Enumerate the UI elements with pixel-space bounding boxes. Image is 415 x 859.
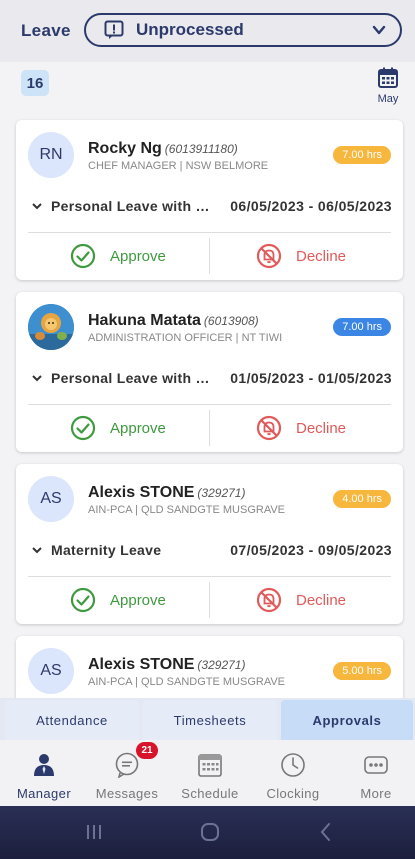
leave-dates: 07/05/2023 - 09/05/2023 (230, 542, 392, 558)
employee-role: AIN-PCA | QLD SANDGTE MUSGRAVE (88, 676, 286, 688)
leave-type: Maternity Leave (51, 542, 162, 558)
employee-id: (329271) (197, 486, 246, 500)
decline-bell-icon (256, 587, 282, 613)
calendar-button[interactable]: May (374, 66, 402, 105)
divider (209, 410, 210, 446)
pending-count-badge: 16 (21, 70, 49, 96)
nav-schedule-label: Schedule (181, 786, 239, 801)
hours-badge: 5.00 hrs (333, 662, 391, 680)
tab-attendance[interactable]: Attendance (5, 700, 139, 740)
approve-label: Approve (110, 419, 166, 437)
hours-badge: 7.00 hrs (333, 318, 391, 336)
leave-details-toggle[interactable]: Maternity Leave 07/05/2023 - 09/05/2023 (32, 540, 392, 560)
messages-unread-badge: 21 (136, 742, 158, 759)
approve-label: Approve (110, 247, 166, 265)
employee-name: Alexis STONE (88, 656, 195, 673)
chevron-down-icon (32, 203, 42, 210)
hours-badge: 4.00 hrs (333, 490, 391, 508)
decline-bell-icon (256, 243, 282, 269)
system-navigation-bar (0, 806, 415, 859)
decline-button[interactable]: Decline (256, 410, 346, 446)
divider (28, 232, 391, 233)
employee-role: CHEF MANAGER | NSW BELMORE (88, 160, 269, 172)
chevron-down-icon (32, 375, 42, 382)
leave-request-card[interactable]: AS Alexis STONE (329271) AIN-PCA | QLD SA… (16, 464, 403, 624)
leave-type: Personal Leave with Medical Certificate (51, 198, 211, 214)
employee-role: ADMINISTRATION OFFICER | NT TIWI (88, 332, 283, 344)
employee-name: Alexis STONE (88, 484, 195, 501)
tab-approvals[interactable]: Approvals (281, 700, 413, 740)
leave-type: Personal Leave with Medical Certificate (51, 370, 211, 386)
check-circle-icon (70, 587, 96, 613)
recent-apps-icon[interactable] (82, 820, 106, 844)
leave-request-card[interactable]: AS Alexis STONE (329271) AIN-PCA | QLD SA… (16, 636, 403, 698)
nav-manager[interactable]: Manager (4, 740, 84, 806)
leave-details-toggle[interactable]: Personal Leave with Medical Certificate … (32, 368, 392, 388)
divider (209, 582, 210, 618)
nav-messages-label: Messages (95, 786, 159, 801)
leave-request-card[interactable]: Hakuna Matata (6013908) ADMINISTRATION OF… (16, 292, 403, 452)
manager-person-icon (34, 754, 54, 776)
nav-manager-label: Manager (16, 786, 72, 801)
employee-id: (6013911180) (164, 142, 238, 156)
decline-button[interactable]: Decline (256, 238, 346, 274)
status-filter-dropdown[interactable]: Unprocessed (84, 13, 402, 47)
divider (28, 576, 391, 577)
employee-name: Hakuna Matata (88, 312, 201, 329)
check-circle-icon (70, 243, 96, 269)
schedule-calendar-icon (198, 754, 222, 777)
decline-label: Decline (296, 247, 347, 265)
exclamation-message-icon (104, 20, 124, 39)
avatar: AS (28, 648, 74, 694)
calendar-icon (378, 67, 398, 88)
approve-button[interactable]: Approve (70, 582, 166, 618)
more-dots-icon (364, 756, 388, 774)
calendar-month-label: May (377, 93, 399, 105)
nav-clocking-label: Clocking (266, 786, 320, 801)
decline-bell-icon (256, 415, 282, 441)
back-icon[interactable] (314, 820, 338, 844)
list-toolbar: 16 May (0, 62, 415, 108)
leave-details-toggle[interactable]: Personal Leave with Medical Certificate … (32, 196, 392, 216)
decline-label: Decline (296, 591, 347, 609)
approve-button[interactable]: Approve (70, 238, 166, 274)
nav-more-label: More (360, 786, 392, 801)
leave-dates: 01/05/2023 - 01/05/2023 (230, 370, 392, 386)
nav-more[interactable]: More (336, 740, 415, 806)
divider (209, 238, 210, 274)
clock-icon (281, 753, 305, 777)
section-tabs: Attendance Timesheets Approvals (0, 698, 415, 740)
header-bar: Leave Unprocessed (0, 0, 415, 62)
decline-button[interactable]: Decline (256, 582, 346, 618)
leave-request-card[interactable]: RN Rocky Ng (6013911180) CHEF MANAGER | N… (16, 120, 403, 280)
status-filter-value: Unprocessed (136, 20, 244, 39)
chat-bubble-icon (115, 752, 139, 778)
nav-clocking[interactable]: Clocking (253, 740, 333, 806)
chevron-down-icon (372, 25, 386, 35)
page-title: Leave (21, 21, 71, 40)
approve-label: Approve (110, 591, 166, 609)
divider (28, 404, 391, 405)
avatar: RN (28, 132, 74, 178)
lion-king-avatar-image (28, 304, 74, 350)
employee-name: Rocky Ng (88, 140, 162, 157)
leave-dates: 06/05/2023 - 06/05/2023 (230, 198, 392, 214)
hours-badge: 7.00 hrs (333, 146, 391, 164)
employee-id: (6013908) (203, 314, 259, 328)
leave-request-list[interactable]: RN Rocky Ng (6013911180) CHEF MANAGER | N… (0, 108, 415, 698)
home-icon[interactable] (198, 820, 222, 844)
decline-label: Decline (296, 419, 347, 437)
approve-button[interactable]: Approve (70, 410, 166, 446)
nav-schedule[interactable]: Schedule (170, 740, 250, 806)
tab-timesheets[interactable]: Timesheets (143, 700, 277, 740)
employee-id: (329271) (197, 658, 246, 672)
employee-role: AIN-PCA | QLD SANDGTE MUSGRAVE (88, 504, 286, 516)
avatar (28, 304, 74, 350)
avatar: AS (28, 476, 74, 522)
chevron-down-icon (32, 547, 42, 554)
check-circle-icon (70, 415, 96, 441)
bottom-navigation: Manager Messages 21 Schedule Clocking Mo… (0, 740, 415, 806)
